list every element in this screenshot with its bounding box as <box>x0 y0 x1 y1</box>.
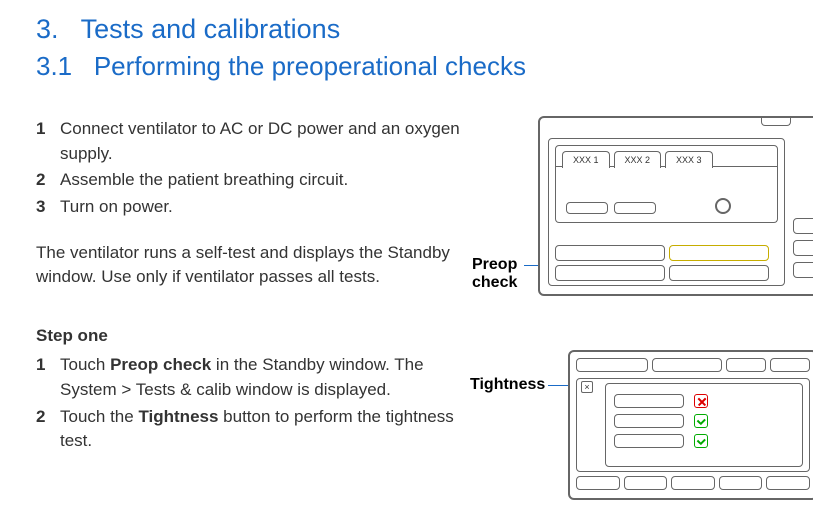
figure-column: Preop check XXX 1 XXX 2 XXX 3 <box>478 116 813 500</box>
subsection-title: Performing the preoperational checks <box>94 51 526 81</box>
bold-term: Tightness <box>138 407 218 426</box>
frame-notch <box>761 118 791 126</box>
content-panel: × <box>576 378 810 472</box>
callout-preop: Preop check <box>472 256 532 292</box>
tests-calib-illustration: × <box>568 350 813 500</box>
tightness-button[interactable] <box>614 394 684 408</box>
hard-button[interactable] <box>576 358 648 372</box>
list-item: 2 Touch the Tightness button to perform … <box>36 404 466 455</box>
side-buttons <box>793 218 813 278</box>
list-num: 1 <box>36 353 60 402</box>
test-row <box>614 392 708 410</box>
list-num: 3 <box>36 195 60 220</box>
list-text: Assemble the patient breathing circuit. <box>60 168 466 193</box>
tab-xxx1[interactable]: XXX 1 <box>562 151 610 168</box>
screen-frame: × <box>576 358 810 492</box>
step-one-list: 1 Touch Preop check in the Standby windo… <box>36 352 466 455</box>
content-panel <box>555 167 778 223</box>
tab-xxx3[interactable]: XXX 3 <box>665 151 713 168</box>
hard-button[interactable] <box>652 358 722 372</box>
dial-icon <box>715 198 731 214</box>
step-one-head: Step one <box>36 324 466 349</box>
list-text: Touch Preop check in the Standby window.… <box>60 353 466 402</box>
standby-window-illustration: XXX 1 XXX 2 XXX 3 <box>538 116 813 296</box>
slot <box>566 202 608 214</box>
hard-button[interactable] <box>624 476 668 490</box>
slot <box>669 265 769 281</box>
list-item: 1 Connect ventilator to AC or DC power a… <box>36 116 466 167</box>
list-text: Turn on power. <box>60 195 466 220</box>
screen-frame: XXX 1 XXX 2 XXX 3 <box>548 138 785 286</box>
callout-tightness: Tightness <box>470 376 545 394</box>
list-text: Connect ventilator to AC or DC power and… <box>60 117 466 166</box>
close-icon[interactable]: × <box>581 381 593 393</box>
text-column: 1 Connect ventilator to AC or DC power a… <box>36 116 466 500</box>
hard-button[interactable] <box>726 358 766 372</box>
step-one-block: Step one 1 Touch Preop check in the Stan… <box>36 324 466 455</box>
test-row <box>614 432 708 450</box>
list-num: 2 <box>36 405 60 454</box>
hard-button[interactable] <box>766 476 810 490</box>
test-button[interactable] <box>614 434 684 448</box>
test-row <box>614 412 708 430</box>
hard-button[interactable] <box>576 476 620 490</box>
check-icon <box>694 414 708 428</box>
list-item: 3 Turn on power. <box>36 194 466 221</box>
bottom-button-row <box>576 476 810 492</box>
tab-row: XXX 1 XXX 2 XXX 3 <box>555 145 778 167</box>
tab-xxx2[interactable]: XXX 2 <box>614 151 662 168</box>
subsection-number: 3.1 <box>36 51 72 81</box>
preop-check-button[interactable] <box>669 245 769 261</box>
hard-button[interactable] <box>770 358 810 372</box>
section-number: 3. <box>36 14 59 44</box>
check-icon <box>694 434 708 448</box>
hard-button[interactable] <box>719 476 763 490</box>
bold-term: Preop check <box>110 355 211 374</box>
section-heading: 3. Tests and calibrations <box>36 14 789 45</box>
subsection-heading: 3.1 Performing the preoperational checks <box>36 51 789 82</box>
list-item: 1 Touch Preop check in the Standby windo… <box>36 352 466 403</box>
list-num: 2 <box>36 168 60 193</box>
section-title: Tests and calibrations <box>81 14 341 44</box>
hard-button[interactable] <box>671 476 715 490</box>
slot <box>614 202 656 214</box>
list-num: 1 <box>36 117 60 166</box>
hard-button[interactable] <box>793 240 813 256</box>
selftest-paragraph: The ventilator runs a self-test and disp… <box>36 241 466 290</box>
top-button-row <box>576 358 810 374</box>
tests-list-frame <box>605 383 803 467</box>
hard-button[interactable] <box>793 218 813 234</box>
list-text: Touch the Tightness button to perform th… <box>60 405 466 454</box>
hard-button[interactable] <box>793 262 813 278</box>
prep-list: 1 Connect ventilator to AC or DC power a… <box>36 116 466 221</box>
test-button[interactable] <box>614 414 684 428</box>
slot <box>555 245 665 261</box>
x-icon <box>694 394 708 408</box>
slot <box>555 265 665 281</box>
list-item: 2 Assemble the patient breathing circuit… <box>36 167 466 194</box>
